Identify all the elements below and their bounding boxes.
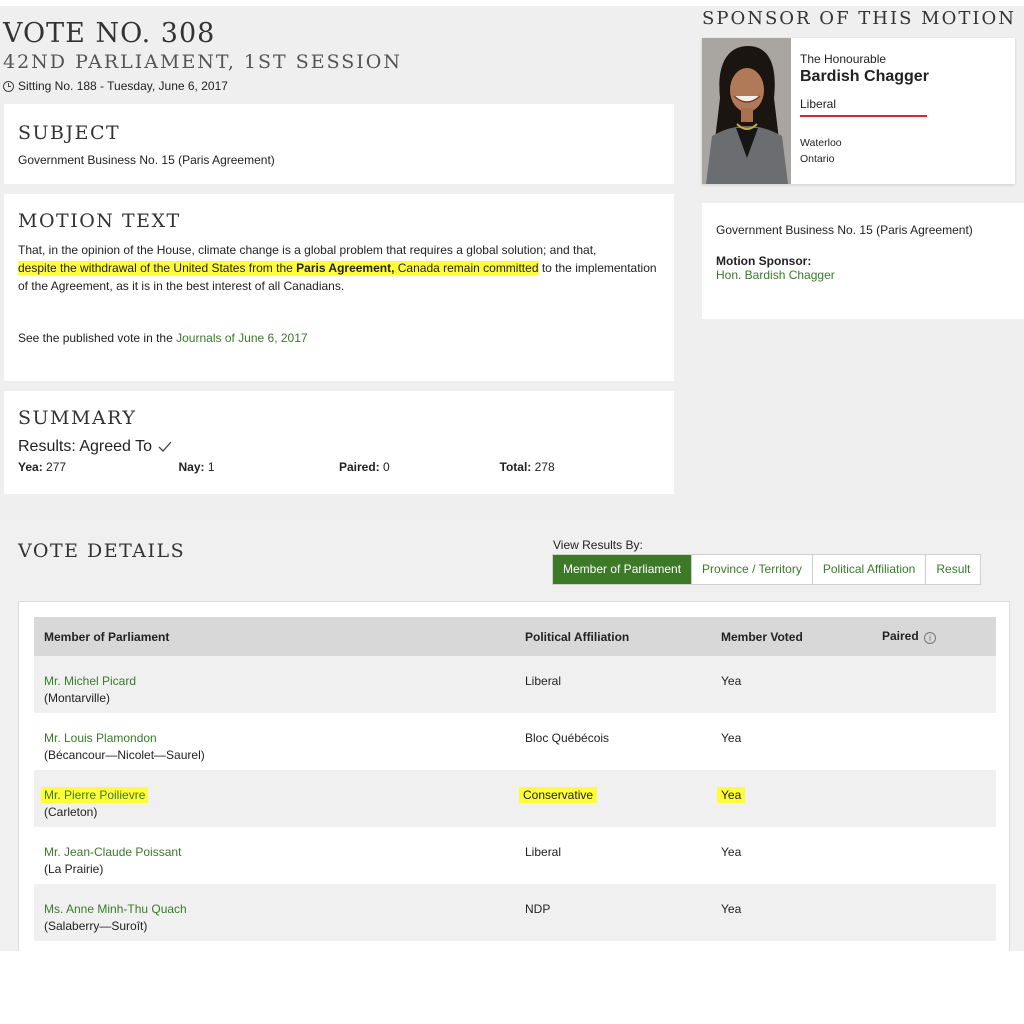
- column-header-paired[interactable]: Paired i: [882, 617, 996, 656]
- view-results-tabs: Member of Parliament Province / Territor…: [552, 554, 982, 585]
- member-riding: (La Prairie): [44, 862, 104, 876]
- check-icon: [158, 441, 172, 452]
- member-paired: [882, 656, 996, 713]
- vote-table-container: Member of Parliament Political Affiliati…: [18, 601, 1010, 951]
- sponsor-riding-name: Waterloo: [800, 137, 842, 149]
- tab-political-affiliation[interactable]: Political Affiliation: [811, 555, 926, 584]
- info-icon[interactable]: i: [924, 632, 937, 644]
- column-header-voted[interactable]: Member Voted: [721, 617, 882, 656]
- tab-result[interactable]: Result: [925, 555, 981, 584]
- sponsor-info: The Honourable Bardish Chagger Liberal W…: [800, 52, 1000, 167]
- sponsor-card[interactable]: The Honourable Bardish Chagger Liberal W…: [702, 38, 1015, 184]
- member-riding: (Bécancour—Nicolet—Saurel): [44, 748, 205, 762]
- sitting-info: Sitting No. 188 - Tuesday, June 6, 2017: [3, 79, 402, 93]
- sponsor-name[interactable]: Bardish Chagger: [800, 68, 1000, 86]
- member-affiliation: Liberal: [525, 845, 562, 859]
- member-paired: [882, 884, 996, 941]
- motion-text-card: MOTION TEXT That, in the opinion of the …: [4, 194, 674, 381]
- member-vote: Yea: [721, 731, 742, 745]
- vote-stats: Yea: 277 Nay: 1 Paired: 0 Total: 278: [18, 460, 660, 474]
- motion-heading: MOTION TEXT: [18, 210, 181, 232]
- member-vote: Yea: [721, 674, 742, 688]
- vote-details-heading: VOTE DETAILS: [18, 540, 186, 562]
- member-name-link[interactable]: Mr. Louis Plamondon: [44, 731, 525, 745]
- stat-total: Total: 278: [499, 460, 555, 474]
- column-header-affiliation[interactable]: Political Affiliation: [525, 617, 721, 656]
- member-riding: (Carleton): [44, 805, 98, 819]
- sponsor-photo[interactable]: [702, 38, 791, 184]
- member-name-link[interactable]: Mr. Pierre Poilievre: [41, 787, 149, 803]
- sponsor-heading: SPONSOR OF THIS MOTION: [702, 8, 1016, 29]
- column-header-member[interactable]: Member of Parliament: [34, 617, 525, 656]
- journals-prefix: See the published vote in the: [18, 331, 177, 345]
- vote-title: VOTE NO. 308: [3, 18, 216, 49]
- motion-text-part4: Canada remain committed: [394, 261, 539, 275]
- sponsor-riding: Waterloo Ontario: [800, 135, 1000, 167]
- clock-icon: [3, 80, 14, 92]
- sitting-text: Sitting No. 188 - Tuesday, June 6, 2017: [18, 79, 228, 93]
- result-text: Results: Agreed To: [18, 438, 153, 455]
- result-line: Results: Agreed To: [18, 438, 660, 456]
- stat-yea: Yea: 277: [18, 460, 67, 474]
- motion-text-part1: That, in the opinion of the House, clima…: [18, 243, 597, 257]
- sponsor-title: The Honourable: [800, 52, 887, 66]
- member-paired: [882, 770, 996, 827]
- motion-body: That, in the opinion of the House, clima…: [18, 241, 660, 295]
- member-affiliation: Liberal: [525, 674, 562, 688]
- member-vote: Yea: [717, 787, 746, 803]
- table-row: Mr. Pierre Poilievre (Carleton) Conservat…: [34, 770, 996, 827]
- member-name-link[interactable]: Mr. Jean-Claude Poissant: [44, 845, 525, 859]
- tab-province-territory[interactable]: Province / Territory: [691, 555, 812, 584]
- sponsor-province: Ontario: [800, 153, 835, 165]
- subject-heading: SUBJECT: [18, 122, 121, 144]
- member-name-link[interactable]: Mr. Michel Picard: [44, 674, 525, 688]
- table-row: Mr. Jean-Claude Poissant (La Prairie) Lib…: [34, 827, 996, 884]
- member-vote: Yea: [721, 845, 742, 859]
- vote-session: 42ND PARLIAMENT, 1ST SESSION: [3, 51, 403, 73]
- table-row: Mr. Louis Plamondon (Bécancour—Nicolet—Sa…: [34, 713, 996, 770]
- motion-sponsor-link[interactable]: Hon. Bardish Chagger: [716, 268, 1010, 282]
- stat-nay: Nay: 1: [178, 460, 215, 474]
- stat-paired: Paired: 0: [339, 460, 390, 474]
- sponsor-summary-card: Government Business No. 15 (Paris Agreem…: [702, 203, 1024, 319]
- view-results-by-label: View Results By:: [553, 538, 643, 552]
- table-header-row: Member of Parliament Political Affiliati…: [34, 617, 996, 656]
- sponsor-portrait-image: [702, 38, 791, 184]
- summary-heading: SUMMARY: [18, 407, 137, 429]
- member-affiliation: NDP: [525, 902, 551, 916]
- motion-text-part2: despite the withdrawal of the United Sta…: [18, 261, 297, 275]
- member-vote: Yea: [721, 902, 742, 916]
- member-affiliation: Conservative: [519, 787, 598, 803]
- table-row: Ms. Anne Minh-Thu Quach (Salaberry—Suroît…: [34, 884, 996, 941]
- motion-text-paris: Paris Agreement,: [296, 261, 395, 275]
- motion-highlight-1: despite the withdrawal of the United Sta…: [18, 261, 539, 275]
- member-riding: (Salaberry—Suroît): [44, 919, 148, 933]
- tab-member-of-parliament[interactable]: Member of Parliament: [553, 555, 692, 584]
- member-paired: [882, 827, 996, 884]
- table-row: Mr. Michel Picard (Montarville) Liberal Y…: [34, 656, 996, 713]
- paired-header-text: Paired: [882, 629, 919, 643]
- journals-line: See the published vote in the Journals o…: [18, 331, 660, 345]
- member-name-link[interactable]: Ms. Anne Minh-Thu Quach: [44, 902, 525, 916]
- member-affiliation: Bloc Québécois: [525, 731, 610, 745]
- summary-card: SUMMARY Results: Agreed To Yea: 277 Nay:…: [4, 391, 674, 494]
- sponsor-summary-subject: Government Business No. 15 (Paris Agreem…: [716, 223, 973, 237]
- member-riding: (Montarville): [44, 691, 111, 705]
- vote-table: Member of Parliament Political Affiliati…: [34, 617, 996, 941]
- journals-link[interactable]: Journals of June 6, 2017: [176, 331, 307, 345]
- subject-card: SUBJECT Government Business No. 15 (Pari…: [4, 104, 674, 184]
- motion-sponsor-label: Motion Sponsor:: [716, 254, 812, 268]
- member-paired: [882, 713, 996, 770]
- vote-header: VOTE NO. 308 42ND PARLIAMENT, 1ST SESSIO…: [3, 18, 402, 93]
- subject-text: Government Business No. 15 (Paris Agreem…: [18, 153, 275, 167]
- sponsor-party: Liberal: [800, 97, 927, 117]
